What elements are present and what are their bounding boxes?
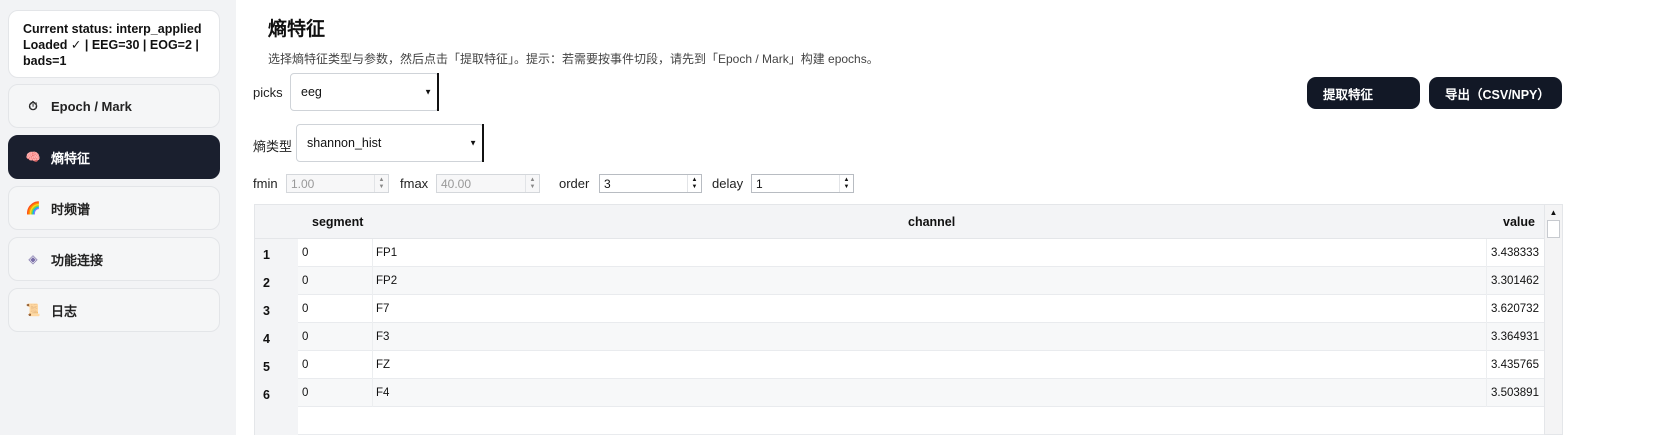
segment-cell: 0	[302, 275, 309, 287]
table-row[interactable]: 3 0 F7 3.620732	[255, 295, 1544, 323]
value-cell: 3.438333	[1486, 239, 1544, 267]
fmax-label: fmax	[400, 176, 429, 191]
table-row[interactable]: 2 0 FP2 3.301462	[255, 267, 1544, 295]
row-index	[255, 407, 298, 435]
channel-cell: FZ	[372, 351, 1486, 379]
order-value: 3	[604, 176, 611, 191]
caret-down-icon: ▼	[469, 138, 477, 148]
fmax-value: 40.00	[441, 176, 472, 191]
picks-label: picks	[253, 85, 283, 100]
value-cell: 3.364931	[1486, 323, 1544, 351]
sidebar-item-entropy[interactable]: 🧠 熵特征	[8, 135, 220, 179]
page-title: 熵特征	[268, 19, 326, 40]
table-header: segment channel value	[255, 205, 1544, 239]
results-table: segment channel value 1 0 FP1 3.438333 2…	[254, 204, 1545, 435]
picks-value: eeg	[301, 85, 322, 99]
extract-features-button[interactable]: 提取特征	[1307, 77, 1420, 109]
connectivity-icon: ◈	[28, 252, 38, 266]
rainbow-icon: 🌈	[25, 201, 41, 215]
value-cell: 3.435765	[1486, 351, 1544, 379]
status-card: Current status: interp_applied Loaded ✓ …	[8, 10, 220, 78]
select-edge	[481, 124, 484, 162]
stopwatch-icon: ⏱	[28, 98, 38, 113]
spinner-icon: ▲ ▼	[687, 175, 701, 192]
sidebar-item-epoch-mark[interactable]: ⏱ Epoch / Mark	[8, 84, 220, 128]
channel-cell: FP1	[372, 239, 1486, 267]
export-button[interactable]: 导出（CSV/NPY）	[1429, 77, 1562, 109]
fmin-label: fmin	[253, 176, 278, 191]
scrollbar-thumb[interactable]	[1547, 220, 1560, 238]
entropy-type-label: 熵类型	[253, 139, 293, 154]
table-scrollbar[interactable]: ▲	[1545, 204, 1563, 435]
fmin-input[interactable]: 1.00 ▲ ▼	[286, 174, 389, 193]
table-row[interactable]: 4 0 F3 3.364931	[255, 323, 1544, 351]
order-label: order	[559, 176, 590, 191]
segment-cell: 0	[302, 247, 309, 259]
main-panel: 熵特征 选择熵特征类型与参数，然后点击「提取特征」。提示：若需要按事件切段，请先…	[236, 0, 1662, 435]
sidebar-item-time-frequency[interactable]: 🌈 时频谱	[8, 186, 220, 230]
sidebar-item-label: Epoch / Mark	[51, 98, 132, 114]
column-header-segment[interactable]: segment	[312, 205, 363, 239]
order-input[interactable]: 3 ▲ ▼	[599, 174, 702, 193]
sidebar-item-connectivity[interactable]: ◈ 功能连接	[8, 237, 220, 281]
status-line: bads=1	[23, 54, 67, 68]
sidebar-item-label: 熵特征	[51, 150, 91, 166]
row-index: 5	[255, 351, 298, 379]
value-cell: 3.301462	[1486, 267, 1544, 295]
fmin-value: 1.00	[291, 176, 315, 191]
value-cell: 3.620732	[1486, 295, 1544, 323]
sidebar-item-label: 日志	[51, 303, 78, 319]
column-header-channel[interactable]: channel	[908, 205, 955, 239]
delay-value: 1	[756, 176, 763, 191]
row-index: 3	[255, 295, 298, 323]
value-cell: 3.503891	[1486, 379, 1544, 407]
segment-cell: 0	[302, 387, 309, 399]
table-row[interactable]: 5 0 FZ 3.435765	[255, 351, 1544, 379]
picks-select[interactable]: eeg ▼	[290, 73, 439, 111]
entropy-type-value: shannon_hist	[307, 136, 382, 150]
channel-cell: F7	[372, 295, 1486, 323]
scroll-icon: 📜	[25, 303, 41, 317]
scroll-up-icon[interactable]: ▲	[1545, 208, 1562, 217]
sidebar-item-label: 功能连接	[51, 252, 104, 268]
table-row[interactable]: 1 0 FP1 3.438333	[255, 239, 1544, 267]
spinner-icon: ▲ ▼	[374, 175, 388, 192]
row-index: 2	[255, 267, 298, 295]
spinner-icon: ▲ ▼	[839, 175, 853, 192]
table-row-partial[interactable]	[255, 407, 1544, 435]
row-index: 4	[255, 323, 298, 351]
status-line: Loaded ✓ | EEG=30 | EOG=2 |	[23, 38, 199, 52]
entropy-type-select[interactable]: shannon_hist ▼	[296, 124, 484, 162]
brain-icon: 🧠	[25, 150, 41, 164]
segment-cell: 0	[302, 359, 309, 371]
spinner-icon: ▲ ▼	[525, 175, 539, 192]
row-index: 6	[255, 379, 298, 407]
segment-cell: 0	[302, 331, 309, 343]
hint-text: 选择熵特征类型与参数，然后点击「提取特征」。提示：若需要按事件切段，请先到「Ep…	[268, 52, 879, 66]
delay-input[interactable]: 1 ▲ ▼	[751, 174, 854, 193]
caret-down-icon: ▼	[424, 87, 432, 97]
delay-label: delay	[712, 176, 744, 191]
row-index: 1	[255, 239, 298, 267]
channel-cell: F3	[372, 323, 1486, 351]
fmax-input[interactable]: 40.00 ▲ ▼	[436, 174, 540, 193]
table-row[interactable]: 6 0 F4 3.503891	[255, 379, 1544, 407]
column-header-value[interactable]: value	[1503, 205, 1535, 239]
segment-cell: 0	[302, 303, 309, 315]
select-edge	[436, 73, 439, 111]
channel-cell: FP2	[372, 267, 1486, 295]
sidebar: Current status: interp_applied Loaded ✓ …	[0, 0, 236, 435]
status-line: Current status: interp_applied	[23, 22, 202, 36]
sidebar-item-label: 时频谱	[51, 201, 91, 217]
sidebar-item-log[interactable]: 📜 日志	[8, 288, 220, 332]
channel-cell: F4	[372, 379, 1486, 407]
